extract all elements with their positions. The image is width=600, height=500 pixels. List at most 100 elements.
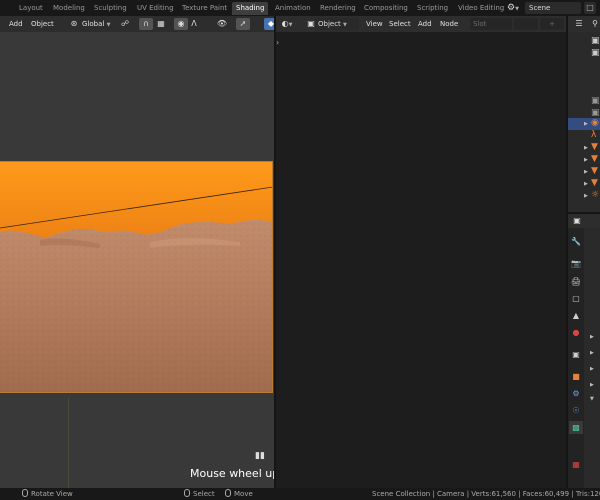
world-tab-icon[interactable]: ●: [569, 326, 583, 339]
outliner-row[interactable]: ▶ ☼: [568, 190, 600, 202]
mesh-object-icon: ▼: [591, 142, 598, 152]
properties-header: ▣: [568, 214, 600, 228]
tab-texture-paint[interactable]: Texture Paint: [178, 2, 231, 15]
new-material-icon[interactable]: +: [540, 18, 564, 30]
transform-orientation-dropdown[interactable]: Global ▼: [79, 18, 113, 30]
slot-value: Slot: [473, 20, 487, 28]
shader-type-dropdown[interactable]: Object ▼: [315, 18, 359, 30]
mouse-button-icon: [225, 489, 231, 497]
viewport-object-menu[interactable]: Object: [28, 18, 57, 30]
snap-icon[interactable]: ∩: [139, 18, 153, 30]
sidebar-toggle-icon[interactable]: ›: [276, 38, 282, 47]
outliner-row[interactable]: ▶ ▼: [568, 166, 600, 178]
texture-tab-icon[interactable]: ▦: [569, 458, 583, 471]
tab-scripting[interactable]: Scripting: [413, 2, 452, 15]
outliner-row[interactable]: ▶ ▼: [568, 142, 600, 154]
modifier-tab-icon[interactable]: ⚙: [569, 387, 583, 400]
outliner-editor-icon[interactable]: ☰: [572, 18, 586, 30]
node-node-menu[interactable]: Node: [437, 18, 461, 30]
status-move-label: Move: [234, 490, 253, 498]
object-tab-icon[interactable]: ■: [569, 370, 583, 383]
pivot-icon[interactable]: ☍: [118, 18, 132, 30]
tab-uv-editing[interactable]: UV Editing: [133, 2, 178, 15]
properties-editor-icon[interactable]: ▣: [570, 215, 584, 227]
expand-icon[interactable]: ▶: [590, 334, 594, 340]
outliner-row-scene-collection[interactable]: ▣: [568, 36, 600, 48]
collection-tab-icon[interactable]: ▣: [569, 348, 583, 361]
outliner-row-selected[interactable]: ▶ ◉: [568, 118, 600, 130]
mesh-object-icon: ▼: [591, 166, 598, 176]
expand-icon[interactable]: ▶: [584, 169, 588, 175]
constraint-tab-icon[interactable]: ☉: [569, 404, 583, 417]
mouse-button-icon: [184, 489, 190, 497]
tab-sculpting[interactable]: Sculpting: [90, 2, 131, 15]
outliner-row[interactable]: ▣: [568, 48, 600, 60]
mouse-indicator-icon: ▮▮: [255, 451, 265, 461]
material-browse-dropdown[interactable]: [514, 18, 538, 30]
gizmo-icon[interactable]: ➚: [236, 18, 250, 30]
collection-icon: ▣: [591, 48, 600, 58]
slot-dropdown[interactable]: Slot: [470, 18, 512, 30]
render-preview: [0, 161, 273, 393]
expand-icon[interactable]: ▼: [590, 396, 594, 402]
expand-icon[interactable]: ▶: [590, 350, 594, 356]
node-editor-header: ◐▼ ▣ Object ▼ View Select Add Node Slot …: [276, 16, 566, 32]
expand-icon[interactable]: ▶: [584, 157, 588, 163]
node-editor-canvas[interactable]: [276, 32, 566, 490]
scene-name-field[interactable]: Scene: [525, 2, 581, 14]
tool-tab-icon[interactable]: 🔧: [569, 235, 583, 248]
outliner-row[interactable]: ▶ ▼: [568, 178, 600, 190]
outliner-row[interactable]: ▶ ▼: [568, 154, 600, 166]
close-scene-icon[interactable]: □: [584, 2, 596, 14]
falloff-icon[interactable]: Λ: [187, 18, 201, 30]
outliner-row[interactable]: λ: [568, 130, 600, 142]
tab-modeling[interactable]: Modeling: [49, 2, 89, 15]
editor-type-icon[interactable]: ◐▼: [280, 18, 294, 30]
scene-tab-icon[interactable]: ▲: [569, 309, 583, 322]
tab-video-editing[interactable]: Video Editing: [454, 2, 508, 15]
status-rotate-view: Rotate View: [22, 488, 73, 500]
expand-icon[interactable]: ▶: [584, 193, 588, 199]
tab-compositing[interactable]: Compositing: [360, 2, 412, 15]
desert-render-image: [0, 162, 272, 392]
shader-type-value: Object: [318, 20, 341, 28]
proportional-edit-icon[interactable]: ◉: [174, 18, 188, 30]
snap-target-icon[interactable]: ▦: [154, 18, 168, 30]
mouse-button-icon: [22, 489, 28, 497]
outliner-search-icon[interactable]: ⚲: [588, 18, 600, 30]
node-view-menu[interactable]: View: [363, 18, 386, 30]
armature-icon: λ: [591, 130, 597, 140]
expand-icon[interactable]: ▶: [584, 145, 588, 151]
node-add-menu[interactable]: Add: [415, 18, 435, 30]
tab-animation[interactable]: Animation: [271, 2, 315, 15]
expand-icon[interactable]: ▶: [590, 366, 594, 372]
object-data-tab-icon[interactable]: ▩: [569, 421, 583, 434]
transform-orientation-value: Global: [82, 20, 105, 28]
camera-object-icon: ◉: [591, 118, 599, 128]
3d-viewport[interactable]: ▮▮ Mouse wheel up: [0, 32, 274, 490]
viewport-guide-line: [68, 398, 69, 488]
light-object-icon: ☼: [591, 190, 600, 200]
output-tab-icon[interactable]: 🖨: [569, 275, 583, 288]
status-move: Move: [225, 488, 253, 500]
tab-shading[interactable]: Shading: [232, 2, 269, 15]
view-layer-tab-icon[interactable]: ▢: [569, 292, 583, 305]
viewport-header: Add Object ⊛ Global ▼ ☍ ∩ ▦ ◉ Λ 👁 ➚ ◆: [0, 16, 278, 32]
expand-icon[interactable]: ▶: [590, 382, 594, 388]
tab-layout[interactable]: Layout: [15, 2, 47, 15]
mouse-action-hint: Mouse wheel up: [190, 467, 274, 480]
node-select-menu[interactable]: Select: [386, 18, 414, 30]
expand-icon[interactable]: ▶: [584, 181, 588, 187]
visibility-icon[interactable]: 👁: [215, 18, 229, 30]
expand-icon[interactable]: ▶: [584, 121, 588, 127]
render-tab-icon[interactable]: 📷: [569, 257, 583, 270]
collection-icon: ▣: [591, 36, 600, 46]
tab-rendering[interactable]: Rendering: [316, 2, 360, 15]
outliner-properties-panel: ☰ ⚲ ▣ ▣ ▣ ▣ ▶ ◉ λ ▶ ▼ ▶ ▼ ▶ ▼ ▶ ▼ ▶ ☼ ▣ 🔧 📷 🖨 …: [568, 16, 600, 490]
viewport-add-menu[interactable]: Add: [6, 18, 26, 30]
status-select-label: Select: [193, 490, 215, 498]
collection-icon: ▣: [591, 108, 600, 118]
scene-selector-icon[interactable]: ⚙▼: [507, 2, 521, 14]
outliner-row[interactable]: ▣: [568, 96, 600, 108]
mesh-object-icon: ▼: [591, 154, 598, 164]
